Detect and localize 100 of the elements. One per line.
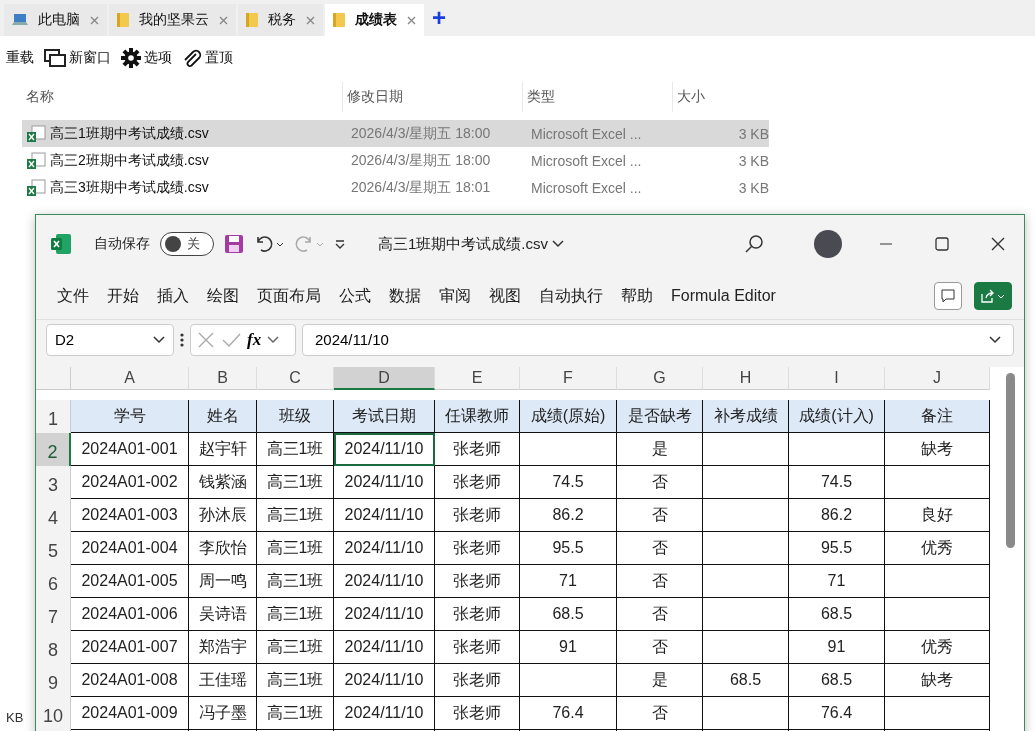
table-cell: 91: [520, 631, 617, 664]
column-letter[interactable]: A: [71, 367, 189, 390]
explorer-tab[interactable]: 此电脑: [4, 4, 107, 36]
close-icon[interactable]: [990, 236, 1006, 252]
column-header[interactable]: 修改日期: [342, 82, 522, 112]
new-tab-button[interactable]: +: [432, 4, 446, 32]
file-size: 3 KB: [737, 125, 769, 142]
share-button[interactable]: [974, 282, 1012, 310]
table-cell: 2024A01-009: [71, 697, 189, 730]
table-cell: 95.5: [520, 532, 617, 565]
table-cell: 张老师: [435, 598, 520, 631]
file-name: 高三1班期中考试成绩.csv: [50, 124, 209, 143]
toolbar-button[interactable]: 选项: [119, 48, 174, 68]
ribbon-tab[interactable]: 视图: [480, 285, 530, 307]
undo-icon[interactable]: [254, 234, 284, 254]
chevron-icon[interactable]: [989, 335, 1001, 344]
table-cell: 91: [789, 631, 885, 664]
row-number[interactable]: 8: [36, 631, 71, 664]
file-date: 2026/4/3/星期五 18:00: [350, 124, 492, 143]
file-row[interactable]: 高三3班期中考试成绩.csv 2026/4/3/星期五 18:01 Microsoft Excel ... 3 KB: [22, 174, 769, 201]
insert-function-button[interactable]: fx: [247, 329, 262, 350]
search-icon[interactable]: [744, 234, 764, 254]
scrollbar-thumb[interactable]: [1005, 373, 1015, 548]
table-cell: 张老师: [435, 664, 520, 697]
ribbon-tab[interactable]: 插入: [148, 285, 198, 307]
table-cell: 高三1班: [257, 631, 334, 664]
row-number[interactable]: 7: [36, 598, 71, 631]
column-letter[interactable]: C: [257, 367, 334, 390]
file-row[interactable]: 高三2班期中考试成绩.csv 2026/4/3/星期五 18:00 Microsoft Excel ... 3 KB: [22, 147, 769, 174]
explorer-tab[interactable]: 税务: [238, 4, 323, 36]
table-cell: 孙沐辰: [189, 499, 257, 532]
status-text: KB: [6, 710, 24, 725]
column-header[interactable]: 名称: [22, 82, 342, 112]
column-letter[interactable]: D: [334, 367, 435, 390]
table-cell: 71: [520, 565, 617, 598]
ribbon-tab[interactable]: 自动执行: [530, 285, 612, 307]
table-cell: 2024A01-004: [71, 532, 189, 565]
row-number[interactable]: 3: [36, 466, 71, 499]
gear-icon: [121, 48, 141, 68]
computer-icon: [12, 13, 28, 27]
column-letter[interactable]: B: [189, 367, 257, 390]
chevron-icon[interactable]: [552, 240, 564, 248]
row-number[interactable]: 10: [36, 697, 71, 730]
comments-button[interactable]: [934, 282, 962, 310]
row-number[interactable]: 9: [36, 664, 71, 697]
table-cell: 2024/11/10: [334, 433, 435, 466]
header-cell: 学号: [71, 400, 189, 433]
chevron-icon[interactable]: [267, 335, 280, 344]
column-letter[interactable]: F: [520, 367, 617, 390]
check-icon[interactable]: [221, 331, 241, 348]
name-box[interactable]: D2: [46, 323, 174, 356]
table-cell: 2024A01-007: [71, 631, 189, 664]
table-cell: 是: [617, 664, 703, 697]
more-icon[interactable]: [180, 331, 184, 348]
row-number[interactable]: 6: [36, 565, 71, 598]
table-cell: 74.5: [520, 466, 617, 499]
file-row[interactable]: 高三1班期中考试成绩.csv 2026/4/3/星期五 18:00 Microsoft Excel ... 3 KB: [22, 120, 769, 147]
table-cell: 2024/11/10: [334, 466, 435, 499]
table-cell: 高三1班: [257, 697, 334, 730]
avatar[interactable]: [814, 230, 842, 258]
explorer-tab[interactable]: 成绩表: [325, 4, 424, 36]
column-letter[interactable]: E: [435, 367, 520, 390]
folder-icon: [117, 12, 129, 28]
toolbar-button[interactable]: 置顶: [180, 48, 235, 68]
column-header[interactable]: 大小: [672, 82, 772, 112]
ribbon-tab[interactable]: 审阅: [430, 285, 480, 307]
ribbon-tab[interactable]: 公式: [330, 285, 380, 307]
column-letter[interactable]: I: [789, 367, 885, 390]
ribbon-tab[interactable]: 文件: [48, 285, 98, 307]
ribbon-tab[interactable]: 帮助: [612, 285, 662, 307]
customize-icon[interactable]: [334, 238, 346, 250]
ribbon-tab[interactable]: 开始: [98, 285, 148, 307]
chevron-icon[interactable]: [153, 335, 165, 344]
ribbon-tab[interactable]: 绘图: [198, 285, 248, 307]
table-cell: 高三1班: [257, 466, 334, 499]
column-letter[interactable]: J: [885, 367, 990, 390]
file-size: 3 KB: [737, 179, 769, 196]
ribbon-tab[interactable]: 数据: [380, 285, 430, 307]
column-letter[interactable]: G: [617, 367, 703, 390]
formula-field[interactable]: 2024/11/10: [302, 323, 1014, 356]
toolbar-button[interactable]: 新窗口: [42, 49, 113, 67]
save-icon[interactable]: [224, 234, 244, 254]
header-cell: 是否缺考: [617, 400, 703, 433]
row-number[interactable]: 1: [36, 400, 71, 433]
table-cell: 王佳瑶: [189, 664, 257, 697]
column-letter[interactable]: H: [703, 367, 789, 390]
share-icon: [980, 289, 1006, 303]
maximize-icon[interactable]: [934, 236, 950, 252]
explorer-tab[interactable]: 我的坚果云: [109, 4, 236, 36]
autosave-toggle[interactable]: 关: [160, 232, 214, 256]
row-number[interactable]: 4: [36, 499, 71, 532]
document-title[interactable]: 高三1班期中考试成绩.csv: [378, 234, 564, 254]
table-cell: 2024/11/10: [334, 565, 435, 598]
column-header[interactable]: 类型: [522, 82, 672, 112]
toolbar-button[interactable]: 重载: [4, 49, 36, 67]
row-number[interactable]: 2: [36, 433, 71, 466]
table-cell: 缺考: [885, 664, 990, 697]
row-number[interactable]: 5: [36, 532, 71, 565]
ribbon-tab[interactable]: 页面布局: [248, 285, 330, 307]
ribbon-tab[interactable]: Formula Editor: [662, 287, 785, 305]
